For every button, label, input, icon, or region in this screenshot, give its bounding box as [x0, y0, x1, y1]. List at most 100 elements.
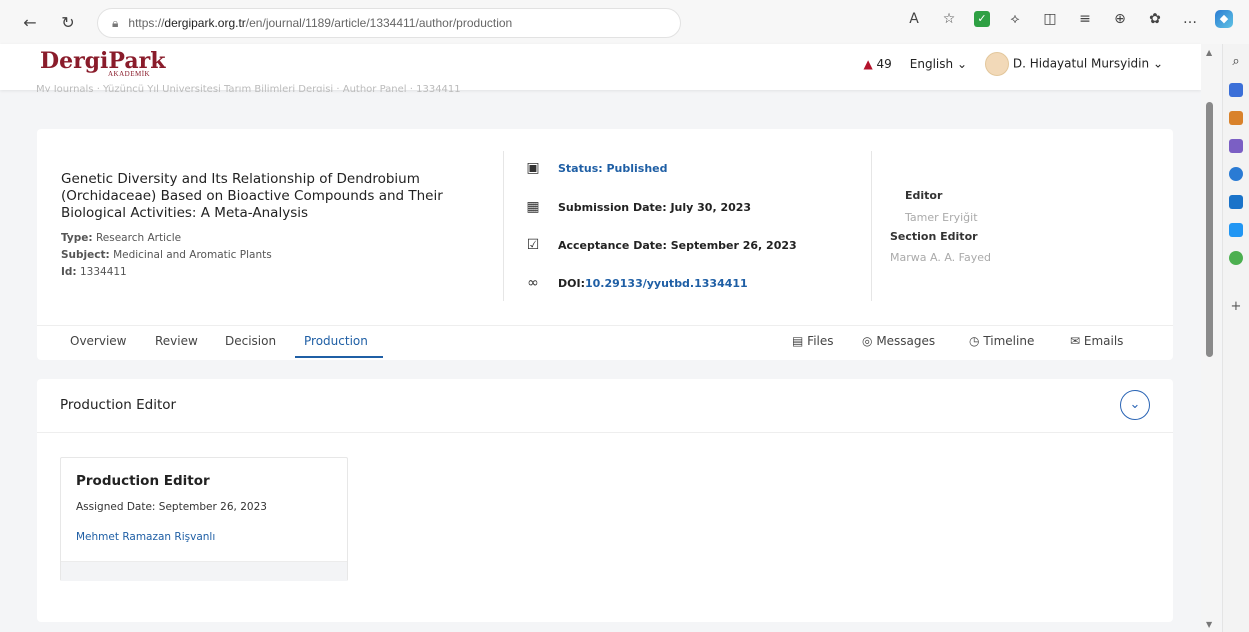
files-tab[interactable]: ▤ Files — [792, 334, 834, 348]
production-editor-link[interactable]: Mehmet Ramazan Rişvanlı — [76, 531, 215, 543]
editor-name: Tamer Eryiğit — [905, 211, 978, 224]
emails-label: Emails — [1083, 334, 1124, 348]
language-label: English — [909, 57, 954, 71]
notifications[interactable]: ▲ 49 — [863, 57, 891, 71]
editor-label: Editor — [905, 189, 943, 202]
user-name: D. Hidayatul Mursyidin — [1012, 56, 1150, 71]
tab-production[interactable]: Production — [304, 334, 368, 348]
tab-review[interactable]: Review — [155, 334, 198, 348]
article-card: Genetic Diversity and Its Relationship o… — [37, 129, 1173, 360]
status-row: ▣ Status: Published — [522, 160, 668, 176]
split-screen-icon[interactable]: ◫ — [1040, 11, 1060, 27]
browser-toolbar: ← ↻ 🔒︎ https://dergipark.org.tr/en/journ… — [0, 0, 1249, 44]
article-type: Type: Research Article — [61, 232, 181, 244]
url-path: /en/journal/1189/article/1334411/author/… — [245, 16, 513, 30]
calendar-check-icon: ☑ — [526, 237, 540, 253]
send-icon[interactable] — [1229, 223, 1243, 237]
doi-label: DOI: — [558, 276, 585, 290]
browser-sidebar: ⌕ + — [1222, 44, 1249, 632]
link-icon: ∞ — [527, 275, 539, 291]
tab-overview[interactable]: Overview — [70, 334, 127, 348]
scrollbar-thumb[interactable] — [1206, 102, 1213, 357]
copilot-icon[interactable]: ◆ — [1215, 10, 1233, 28]
production-editor-card: Production Editor Assigned Date: Septemb… — [60, 457, 348, 581]
favorites-list-icon[interactable]: ≡ — [1075, 11, 1095, 27]
lock-icon: 🔒︎ — [112, 15, 119, 30]
divider — [37, 325, 1173, 326]
address-bar[interactable]: 🔒︎ https://dergipark.org.tr/en/journal/1… — [97, 8, 681, 38]
message-icon: ◎ — [862, 334, 873, 348]
article-title: Genetic Diversity and Its Relationship o… — [61, 171, 443, 221]
doi-row: ∞ DOI: 10.29133/yyutbd.1334411 — [522, 275, 748, 291]
favorite-icon[interactable]: ☆ — [939, 11, 959, 27]
search-icon[interactable]: ⌕ — [1232, 54, 1239, 69]
subject-label: Subject: — [61, 249, 110, 261]
assigned-date: Assigned Date: September 26, 2023 — [76, 501, 267, 513]
scroll-down-icon[interactable]: ▼ — [1206, 620, 1212, 629]
tree-icon[interactable] — [1229, 251, 1243, 265]
file-icon: ▤ — [792, 334, 804, 348]
more-icon[interactable]: … — [1180, 11, 1200, 27]
mail-icon: ✉ — [1070, 334, 1081, 348]
card-footer — [61, 561, 347, 581]
acceptance-row: ☑ Acceptance Date: September 26, 2023 — [522, 237, 797, 253]
messages-tab[interactable]: ◎ Messages — [862, 334, 935, 348]
notification-count: 49 — [876, 57, 892, 71]
messages-label: Messages — [876, 334, 936, 348]
games-icon[interactable] — [1229, 139, 1243, 153]
submission-date: Submission Date: July 30, 2023 — [558, 200, 752, 214]
article-subject: Subject: Medicinal and Aromatic Plants — [61, 249, 272, 261]
emails-tab[interactable]: ✉ Emails — [1070, 334, 1123, 348]
chevron-down-icon: ⌄ — [1129, 397, 1141, 412]
submission-row: ▦ Submission Date: July 30, 2023 — [522, 199, 751, 215]
timeline-label: Timeline — [983, 334, 1035, 348]
acceptance-date: Acceptance Date: September 26, 2023 — [558, 238, 797, 252]
section-editor-label: Section Editor — [890, 230, 978, 243]
calendar-icon: ▦ — [526, 199, 540, 215]
tag-icon[interactable] — [1229, 83, 1243, 97]
divider — [37, 432, 1173, 433]
type-value: Research Article — [95, 232, 182, 244]
tab-decision[interactable]: Decision — [225, 334, 276, 348]
bell-icon: ▲ — [863, 57, 873, 71]
url-prefix: https:// — [128, 16, 165, 30]
refresh-icon[interactable]: ↻ — [58, 13, 78, 32]
extension-check-icon[interactable]: ✓ — [974, 11, 990, 27]
chevron-down-icon: ⌄ — [1152, 56, 1163, 71]
files-label: Files — [807, 334, 834, 348]
avatar — [985, 52, 1010, 76]
add-icon[interactable]: + — [1231, 299, 1242, 314]
extensions-icon[interactable]: ⟡ — [1005, 11, 1025, 27]
divider — [503, 151, 504, 301]
timeline-icon: ◷ — [969, 334, 980, 348]
divider — [871, 151, 872, 301]
active-tab-indicator — [295, 356, 383, 358]
id-label: Id: — [61, 266, 77, 278]
collapse-button[interactable]: ⌄ — [1120, 390, 1150, 420]
doi-link[interactable]: 10.29133/yyutbd.1334411 — [585, 277, 748, 290]
collections-icon[interactable]: ⊕ — [1110, 11, 1130, 27]
user-menu[interactable]: D. Hidayatul Mursyidin ⌄ — [985, 52, 1163, 76]
section-title: Production Editor — [60, 397, 177, 413]
extension-icon[interactable]: ✿ — [1145, 11, 1165, 27]
timeline-tab[interactable]: ◷ Timeline — [969, 334, 1034, 348]
language-select[interactable]: English ⌄ — [910, 57, 967, 71]
scrollbar[interactable]: ▲ ▼ — [1201, 44, 1221, 632]
production-section: Production Editor ⌄ Production Editor As… — [37, 379, 1173, 622]
scroll-up-icon[interactable]: ▲ — [1206, 48, 1212, 57]
section-editor-name: Marwa A. A. Fayed — [890, 251, 991, 264]
card-title: Production Editor — [76, 473, 210, 489]
status-text: Status: Published — [558, 161, 668, 175]
subject-value: Medicinal and Aromatic Plants — [113, 249, 272, 261]
chevron-down-icon: ⌄ — [956, 57, 968, 71]
id-value: 1334411 — [79, 266, 127, 278]
back-icon[interactable]: ← — [20, 13, 40, 32]
article-id: Id: 1334411 — [61, 266, 127, 278]
copilot-sidebar-icon[interactable] — [1229, 167, 1243, 181]
outlook-icon[interactable] — [1229, 195, 1243, 209]
type-label: Type: — [61, 232, 93, 244]
url-domain: dergipark.org.tr — [164, 16, 246, 30]
briefcase-icon[interactable] — [1229, 111, 1243, 125]
breadcrumb: My Journals · Yüzüncü Yıl Üniversitesi T… — [36, 84, 461, 92]
read-aloud-icon[interactable]: A — [904, 11, 924, 27]
